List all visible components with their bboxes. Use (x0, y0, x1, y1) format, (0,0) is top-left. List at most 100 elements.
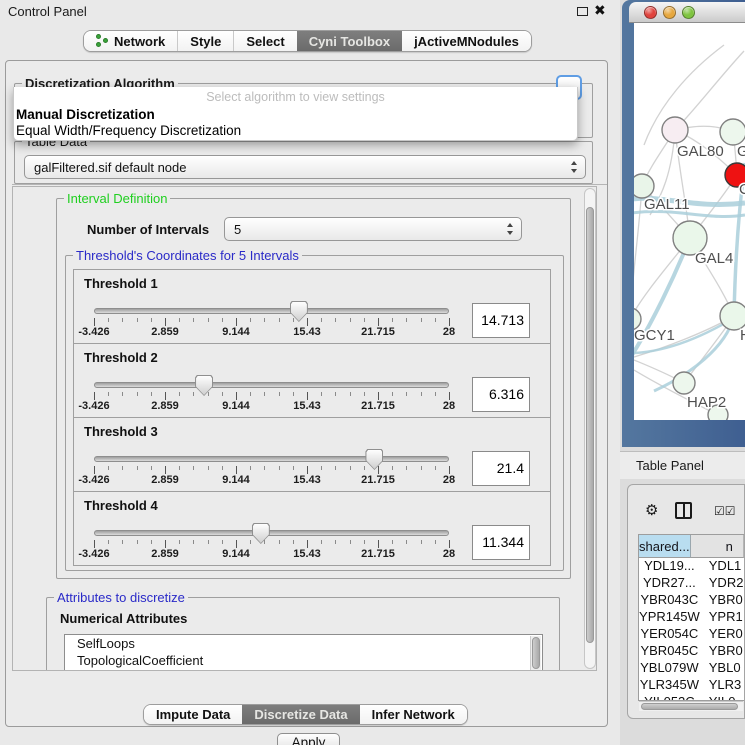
network-node-hap2[interactable] (673, 372, 695, 394)
control-panel-titlebar: Control Panel ✖ (0, 0, 620, 24)
tab-style[interactable]: Style (177, 31, 233, 51)
slider-track[interactable] (94, 382, 449, 388)
node-label: H (740, 327, 745, 344)
network-graph: GAL80GCGAL11GAL4GCY1HHAP2 (634, 23, 745, 420)
network-node-g[interactable] (720, 119, 745, 145)
tab-network[interactable]: Network (84, 31, 177, 51)
network-window-titlebar[interactable] (629, 2, 745, 23)
tab-label: Infer Network (372, 707, 455, 722)
cell-shared-name: YBL079W (639, 660, 700, 677)
select-columns-icon[interactable]: ☑☑ (714, 504, 736, 518)
threshold-label: Threshold 3 (84, 424, 158, 439)
minor-tick (321, 540, 322, 544)
minor-tick (264, 392, 265, 396)
threshold-row-1: Threshold 1 14.713 -3.4262.8599.14415.43… (73, 269, 551, 344)
table-horizontal-scrollbar[interactable] (639, 701, 743, 711)
popup-item-manual-discretization[interactable]: Manual Discretization (16, 107, 155, 122)
cell-name: YER0 (700, 626, 744, 643)
major-tick (449, 466, 450, 474)
cell-shared-name: YBR043C (639, 592, 700, 609)
table-row[interactable]: YBL079WYBL0 (639, 660, 744, 677)
column-header-name[interactable]: n (691, 535, 744, 558)
node-label: GCY1 (634, 327, 675, 344)
minor-tick (350, 466, 351, 470)
minor-tick (208, 318, 209, 322)
numerical-attributes-list[interactable]: SelfLoopsTopologicalCoefficientBetweenne… (64, 634, 543, 671)
tab-cyni-toolbox[interactable]: Cyni Toolbox (297, 31, 402, 51)
cell-shared-name: YIL052C (639, 694, 700, 701)
table-row[interactable]: YLR345WYLR3 (639, 677, 744, 694)
attributes-scrollbar[interactable] (530, 636, 541, 671)
minor-tick (108, 540, 109, 544)
table-row[interactable]: YPR145WYPR1 (639, 609, 744, 626)
threshold-row-3: Threshold 3 21.4 -3.4262.8599.14415.4321… (73, 417, 551, 492)
combo-spinner-icon (507, 223, 514, 235)
table-row[interactable]: YER054CYER0 (639, 626, 744, 643)
minor-tick (193, 318, 194, 322)
network-node-h[interactable] (720, 302, 745, 330)
table-row[interactable]: YBR043CYBR0 (639, 592, 744, 609)
tick-label: -3.426 (78, 548, 109, 560)
list-item[interactable]: BetweennessCentrality (65, 669, 542, 671)
minor-tick (406, 318, 407, 322)
tick-label: 21.715 (361, 326, 395, 338)
threshold-value-field[interactable]: 21.4 (472, 451, 530, 486)
network-view-window: GAL80GCGAL11GAL4GCY1HHAP2 (622, 0, 745, 447)
minor-tick (335, 466, 336, 470)
minor-tick (264, 466, 265, 470)
major-tick (307, 540, 308, 548)
table-row[interactable]: YDR27...YDR2 (639, 575, 744, 592)
main-scrollbar[interactable] (584, 188, 596, 669)
tab-impute-data[interactable]: Impute Data (144, 705, 242, 724)
minor-tick (108, 318, 109, 322)
cell-shared-name: YLR345W (639, 677, 700, 694)
major-tick (378, 466, 379, 474)
tab-label: Select (246, 34, 284, 49)
scrollbar-thumb[interactable] (586, 207, 594, 643)
major-tick (165, 466, 166, 474)
node-attribute-table[interactable]: shared... n YDL19...YDL1YDR27...YDR2YBR0… (638, 534, 744, 701)
mac-zoom-button[interactable] (682, 6, 695, 19)
mac-close-button[interactable] (644, 6, 657, 19)
network-nodes[interactable] (634, 117, 745, 420)
slider-track[interactable] (94, 308, 449, 314)
network-node-gal80[interactable] (662, 117, 688, 143)
major-tick (94, 466, 95, 474)
minor-tick (321, 318, 322, 322)
apply-button[interactable]: Apply (277, 733, 340, 745)
numerical-attributes-label: Numerical Attributes (60, 611, 187, 626)
popup-item-equal-width[interactable]: Equal Width/Frequency Discretization (16, 123, 241, 138)
list-item[interactable]: TopologicalCoefficient (65, 652, 542, 669)
split-columns-icon[interactable] (675, 502, 692, 519)
mac-minimize-button[interactable] (663, 6, 676, 19)
column-header-shared-name[interactable]: shared... (639, 535, 691, 558)
table-row[interactable]: YBR045CYBR0 (639, 643, 744, 660)
scrollbar-thumb[interactable] (641, 703, 738, 710)
gear-icon[interactable]: ⚙ (645, 501, 658, 519)
cell-name: YPR1 (700, 609, 744, 626)
tab-jactivemnodules[interactable]: jActiveMNodules (402, 31, 531, 51)
list-item[interactable]: SelfLoops (65, 635, 542, 652)
scrollbar-thumb[interactable] (532, 637, 540, 669)
table-row[interactable]: YDL19...YDL1 (639, 558, 744, 575)
threshold-value-field[interactable]: 14.713 (472, 303, 530, 338)
float-window-icon[interactable] (577, 7, 588, 16)
minor-tick (421, 466, 422, 470)
close-icon[interactable]: ✖ (594, 2, 606, 19)
slider-track[interactable] (94, 456, 449, 462)
tick-label: 15.43 (293, 400, 321, 412)
tab-infer-network[interactable]: Infer Network (360, 705, 467, 724)
tab-select[interactable]: Select (233, 31, 296, 51)
threshold-value-field[interactable]: 6.316 (472, 377, 530, 412)
tick-label: 9.144 (222, 474, 250, 486)
tab-discretize-data[interactable]: Discretize Data (242, 705, 359, 724)
network-node-gal11[interactable] (634, 174, 654, 198)
threshold-value-field[interactable]: 11.344 (472, 525, 530, 560)
table-data-combobox[interactable]: galFiltered.sif default node (24, 155, 586, 179)
table-row[interactable]: YIL052CYIL0 (639, 694, 744, 701)
number-of-intervals-combobox[interactable]: 5 (224, 217, 522, 241)
slider-track[interactable] (94, 530, 449, 536)
network-canvas[interactable]: GAL80GCGAL11GAL4GCY1HHAP2 (634, 23, 745, 420)
node-label: GAL11 (644, 196, 690, 213)
node-label: C (739, 181, 745, 198)
